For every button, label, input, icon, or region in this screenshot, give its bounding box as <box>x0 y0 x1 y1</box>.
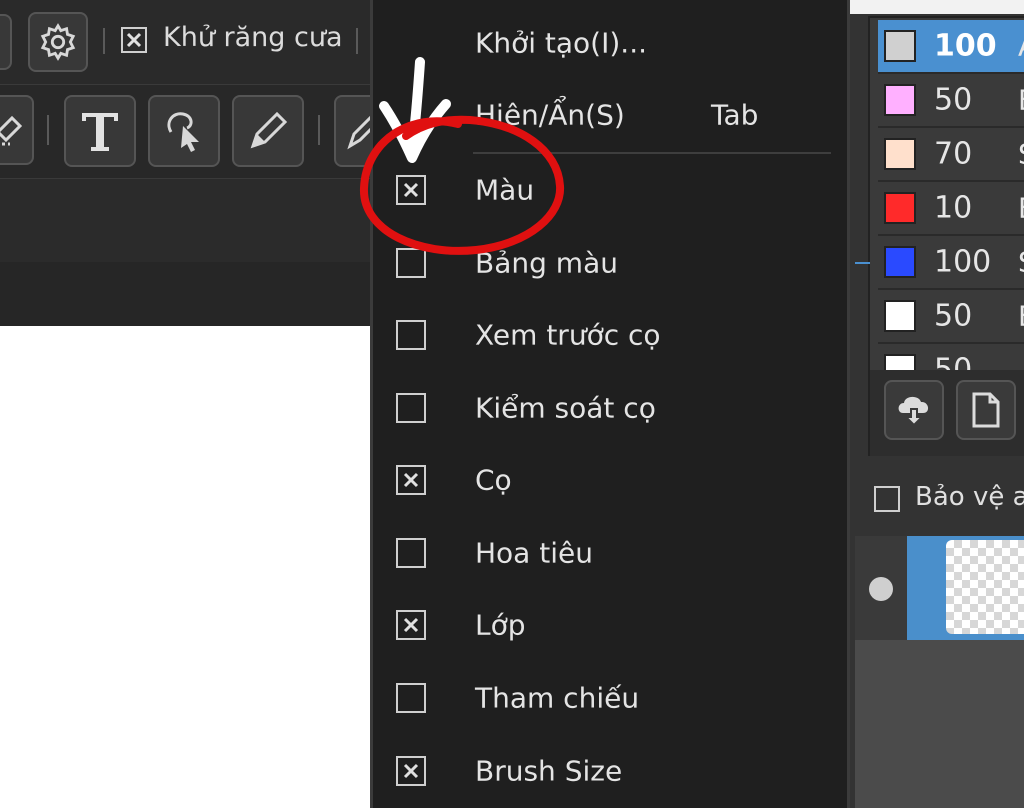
eraser-tool-button[interactable] <box>0 95 34 165</box>
panel-accent-line <box>855 262 870 264</box>
menu-item-checkbox <box>396 248 426 278</box>
menu-item-color[interactable]: Màu <box>373 155 847 225</box>
palette-name-label: A <box>1018 30 1024 63</box>
pen-tool-icon <box>250 111 288 149</box>
gear-icon <box>40 23 76 61</box>
menu-item-label: Cọ <box>475 463 512 497</box>
menu-item-label: Lớp <box>475 608 526 642</box>
menu-item-brush-preview[interactable]: Xem trước cọ <box>373 300 847 370</box>
menu-item-label: Bảng màu <box>475 246 618 280</box>
eraser-icon <box>0 115 22 146</box>
toolbar-divider <box>356 28 358 54</box>
workspace-strip <box>0 262 380 326</box>
menu-item-brush[interactable]: Cọ <box>373 445 847 515</box>
palette-row[interactable]: 100 S <box>878 236 1024 290</box>
menu-item-checkbox <box>396 683 426 713</box>
menu-item-checkbox <box>396 393 426 423</box>
checkmark-x-icon <box>126 32 142 48</box>
menu-item-checkbox <box>396 175 426 205</box>
checkmark-x-icon <box>403 472 419 488</box>
checkmark-x-icon <box>403 617 419 633</box>
palette-row[interactable]: 100 A <box>878 20 1024 74</box>
protect-alpha-label: Bảo vệ a <box>915 482 1024 512</box>
palette-swatch <box>884 30 916 62</box>
toolbar-top-row: Khử răng cưa <box>0 0 380 84</box>
menu-item-checkbox <box>396 610 426 640</box>
pen-tool-button[interactable] <box>232 95 304 167</box>
palette-row[interactable]: 10 E <box>878 182 1024 236</box>
menu-item-palette[interactable]: Bảng màu <box>373 228 847 298</box>
toolbar-tools-row <box>0 84 394 179</box>
palette-swatch <box>884 192 916 224</box>
antialias-checkbox[interactable] <box>121 27 147 53</box>
palette-opacity-value: 50 <box>934 82 973 118</box>
palette-button-bar <box>870 370 1024 456</box>
cloud-download-icon <box>898 396 929 427</box>
palette-row[interactable]: 50 E <box>878 74 1024 128</box>
protect-alpha-checkbox[interactable] <box>874 486 900 512</box>
palette-opacity-value: 70 <box>934 136 973 172</box>
menu-item-layer[interactable]: Lớp <box>373 590 847 660</box>
menu-item-label: Tham chiếu <box>475 681 640 715</box>
menu-item-label: Kiểm soát cọ <box>475 391 656 425</box>
toolbar-divider <box>47 115 49 145</box>
menu-item-brush-control[interactable]: Kiểm soát cọ <box>373 373 847 443</box>
window-edge <box>850 0 1024 14</box>
text-tool-icon <box>82 113 118 151</box>
palette-opacity-value: 50 <box>934 298 973 334</box>
settings-button[interactable] <box>28 12 88 72</box>
menu-item-label: Màu <box>475 173 535 207</box>
menu-item-navigator[interactable]: Hoa tiêu <box>373 518 847 588</box>
menu-item-checkbox <box>396 465 426 495</box>
palette-swatch <box>884 300 916 332</box>
new-palette-button[interactable] <box>956 380 1016 440</box>
palette-row[interactable]: 70 S <box>878 128 1024 182</box>
menu-item-label: Hiện/Ẩn(S) <box>475 98 625 132</box>
new-page-icon <box>972 392 1000 428</box>
checkmark-x-icon <box>403 763 419 779</box>
menu-item-label: Xem trước cọ <box>475 318 661 352</box>
toolbar-options-row <box>0 178 380 264</box>
palette-opacity-value: 100 <box>934 28 997 64</box>
palette-opacity-value: 100 <box>934 244 992 280</box>
menu-separator <box>473 152 831 154</box>
cloud-download-button[interactable] <box>884 380 944 440</box>
toolbar-divider <box>318 115 320 145</box>
checkmark-x-icon <box>403 182 419 198</box>
palette-name-label: S <box>1018 138 1024 171</box>
menu-item-label: Hoa tiêu <box>475 536 593 570</box>
menu-item-checkbox <box>396 538 426 568</box>
palette-swatch <box>884 84 916 116</box>
menu-item-label: Brush Size <box>475 754 623 788</box>
palette-opacity-value: 10 <box>934 190 973 226</box>
palette-name-label: E <box>1018 84 1024 117</box>
menu-item-brush-size[interactable]: Brush Size <box>373 736 847 806</box>
palette-row[interactable]: 50 E <box>878 290 1024 344</box>
menu-item-initialize[interactable]: Khởi tạo(I)... <box>373 8 847 78</box>
lasso-select-icon <box>167 112 199 152</box>
layer-list-empty-area <box>855 640 1024 808</box>
menu-item-reference[interactable]: Tham chiếu <box>373 663 847 733</box>
palette-name-label: E <box>1018 192 1024 225</box>
palette-swatch <box>884 246 916 278</box>
menu-item-checkbox <box>396 756 426 786</box>
layer-thumbnail <box>946 540 1024 634</box>
drawing-canvas[interactable] <box>0 326 370 808</box>
menu-item-checkbox <box>396 320 426 350</box>
antialias-label: Khử răng cưa <box>163 22 343 53</box>
palette-name-label: E <box>1018 300 1024 333</box>
zoom-button[interactable] <box>0 14 12 70</box>
menu-item-show-hide[interactable]: Hiện/Ẩn(S) Tab <box>373 80 847 150</box>
menu-item-shortcut: Tab <box>711 98 759 132</box>
text-tool-button[interactable] <box>64 95 136 167</box>
palette-swatch <box>884 138 916 170</box>
visibility-dot-icon[interactable] <box>869 577 893 601</box>
lasso-select-tool-button[interactable] <box>148 95 220 167</box>
toolbar-divider <box>103 28 105 54</box>
window-dropdown-menu: Khởi tạo(I)... Hiện/Ẩn(S) Tab Màu Bảng m… <box>370 0 850 808</box>
menu-item-label: Khởi tạo(I)... <box>475 26 647 60</box>
palette-name-label: S <box>1018 246 1024 279</box>
